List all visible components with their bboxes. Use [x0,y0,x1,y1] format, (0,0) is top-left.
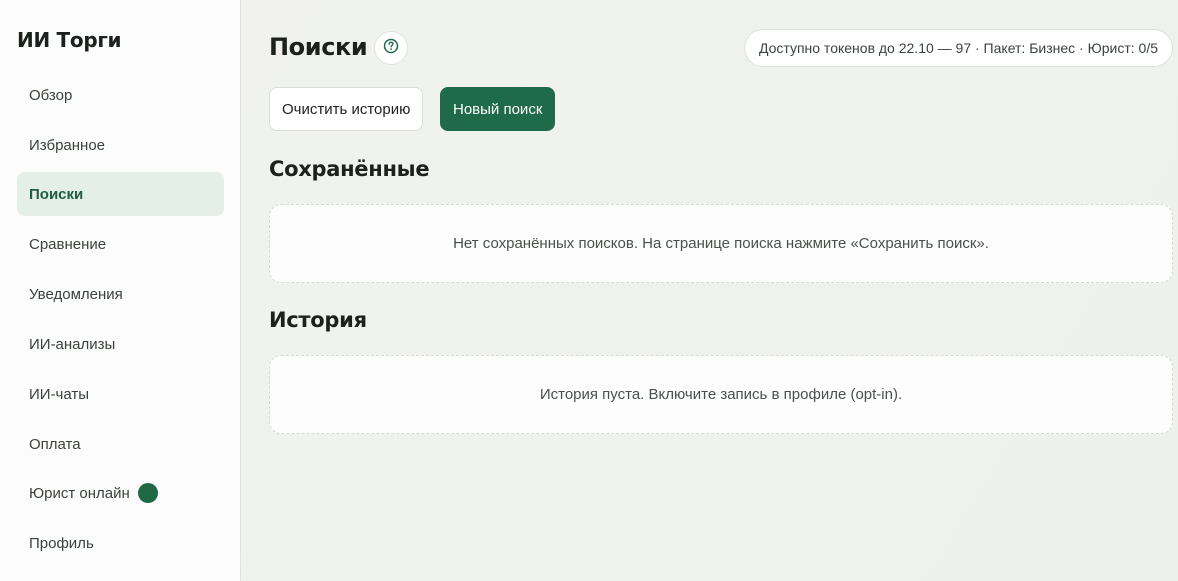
online-status-dot-icon [137,483,158,503]
sidebar-item-ai-analyses[interactable]: ИИ-анализы [17,322,224,366]
page-title: Поиски [269,33,368,61]
sidebar-item-payment[interactable]: Оплата [17,422,224,466]
clear-history-button[interactable]: Очистить историю [269,87,424,131]
saved-empty-state: Нет сохранённых поисков. На странице пои… [269,204,1173,283]
history-empty-state: История пуста. Включите запись в профиле… [269,355,1173,434]
sidebar-item-label: Профиль [29,534,94,552]
main-content: Поиски Доступно токенов до 22.10 — 97 · … [241,0,1178,581]
sidebar-item-label: Оплата [29,435,81,453]
token-balance-text: Доступно токенов до 22.10 — 97 · Пакет: … [758,40,1158,56]
history-empty-text: История пуста. Включите запись в профиле… [539,386,903,403]
sidebar-item-overview[interactable]: Обзор [17,73,224,117]
brand-logo: ИИ Торги [17,28,122,52]
sidebar-item-label: Уведомления [29,285,123,303]
saved-section-title: Сохранённые [269,157,430,181]
question-circle-icon [383,38,399,59]
sidebar-item-favorites[interactable]: Избранное [17,123,224,167]
token-balance-badge: Доступно токенов до 22.10 — 97 · Пакет: … [743,29,1173,67]
sidebar-item-comparison[interactable]: Сравнение [17,222,224,266]
sidebar-item-notifications[interactable]: Уведомления [17,272,224,316]
sidebar-item-label: ИИ-чаты [29,385,90,403]
sidebar-item-profile[interactable]: Профиль [17,521,224,565]
sidebar-item-label: Избранное [29,136,106,154]
help-button[interactable] [374,31,408,65]
sidebar-item-ai-chats[interactable]: ИИ-чаты [17,372,224,416]
history-section-title: История [269,308,367,332]
sidebar-item-searches[interactable]: Поиски [17,172,224,216]
sidebar: ИИ Торги Обзор Избранное Поиски Сравнени… [0,0,241,581]
sidebar-item-label: Поиски [29,185,84,203]
sidebar-item-lawyer-online[interactable]: Юрист онлайн [17,471,224,515]
sidebar-item-label: Сравнение [29,235,107,253]
sidebar-item-label: ИИ-анализы [29,335,116,353]
saved-empty-text: Нет сохранённых поисков. На странице пои… [453,235,989,252]
new-search-button[interactable]: Новый поиск [440,87,556,131]
sidebar-item-label: Юрист онлайн [29,484,130,502]
sidebar-item-label: Обзор [29,86,73,104]
